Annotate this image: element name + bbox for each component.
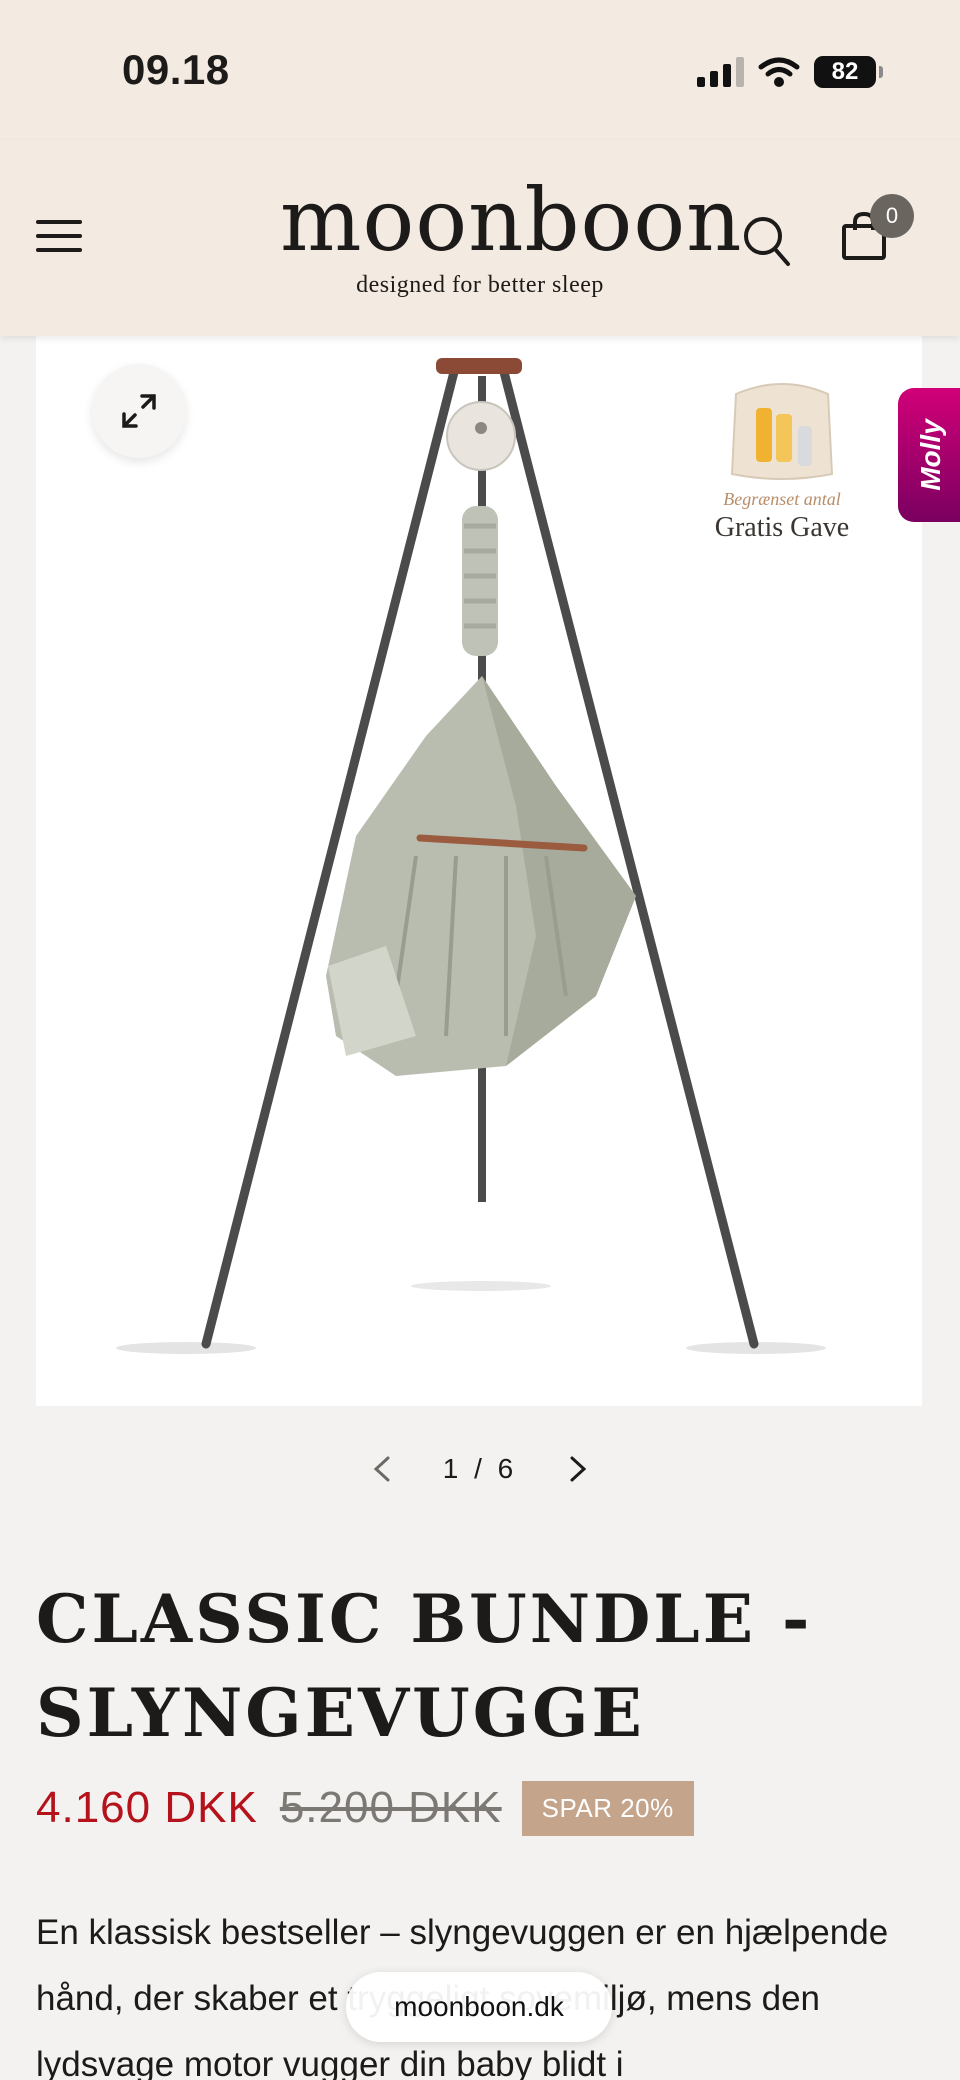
molly-chat-tab[interactable]: Molly [898,388,960,522]
search-icon[interactable] [742,214,792,268]
discount-badge: SPAR 20% [521,1780,694,1836]
gift-badge[interactable]: Begrænset antal Gratis Gave [702,374,862,544]
status-bar: 09.18 82 [0,0,960,140]
product-image[interactable]: Begrænset antal Gratis Gave [36,336,922,1406]
status-icons: 82 [697,52,883,92]
price-row: 4.160 DKK 5.200 DKK SPAR 20% [36,1780,694,1836]
brand-name: moonboon [280,171,743,271]
cart-count-badge: 0 [870,194,914,238]
product-title: CLASSIC BUNDLE - SLYNGEVUGGE [36,1580,813,1752]
site-header: moonboon designed for better sleep 0 [0,140,960,336]
chevron-right-icon[interactable] [566,1454,590,1484]
gallery-counter: 1 / 6 [442,1453,518,1484]
gift-bag-icon [730,383,834,480]
wifi-icon [758,57,800,87]
brand-tagline: designed for better sleep [356,272,604,298]
chevron-left-icon[interactable] [370,1454,394,1484]
brand-logo[interactable]: moonboon designed for better sleep [280,171,743,299]
browser-url-pill[interactable]: moonboon.dk [346,1972,612,2042]
gallery-pagination: 1 / 6 [370,1448,590,1490]
status-time: 09.18 [122,46,230,93]
battery-level: 82 [831,58,859,85]
original-price: 5.200 DKK [279,1783,502,1832]
battery-icon: 82 [814,56,883,88]
gift-note: Begrænset antal [723,489,841,509]
molly-label: Molly [915,419,946,491]
sale-price: 4.160 DKK [36,1783,258,1832]
cellular-signal-icon [697,57,744,87]
gift-title: Gratis Gave [714,512,850,543]
hamburger-menu-icon[interactable] [36,220,82,254]
